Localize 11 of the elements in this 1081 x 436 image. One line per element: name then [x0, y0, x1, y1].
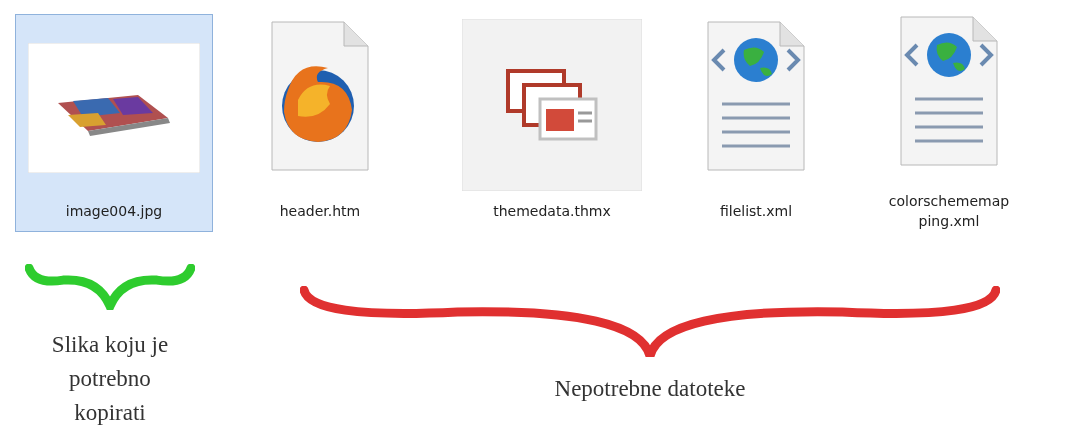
- file-item[interactable]: themedata.thmx: [453, 14, 651, 232]
- file-name: header.htm: [278, 202, 362, 221]
- theme-file-icon: [462, 19, 642, 191]
- file-name: filelist.xml: [718, 202, 794, 221]
- file-name: colorschememapping.xml: [888, 192, 1010, 231]
- file-name: themedata.thmx: [492, 202, 612, 221]
- annotation-text: Slika koju je potrebno kopirati: [50, 331, 170, 427]
- file-item[interactable]: image004.jpg: [15, 14, 213, 232]
- file-item[interactable]: header.htm: [221, 14, 419, 232]
- file-name: image004.jpg: [64, 202, 164, 221]
- annotation-text: Nepotrebne datoteke: [554, 375, 746, 403]
